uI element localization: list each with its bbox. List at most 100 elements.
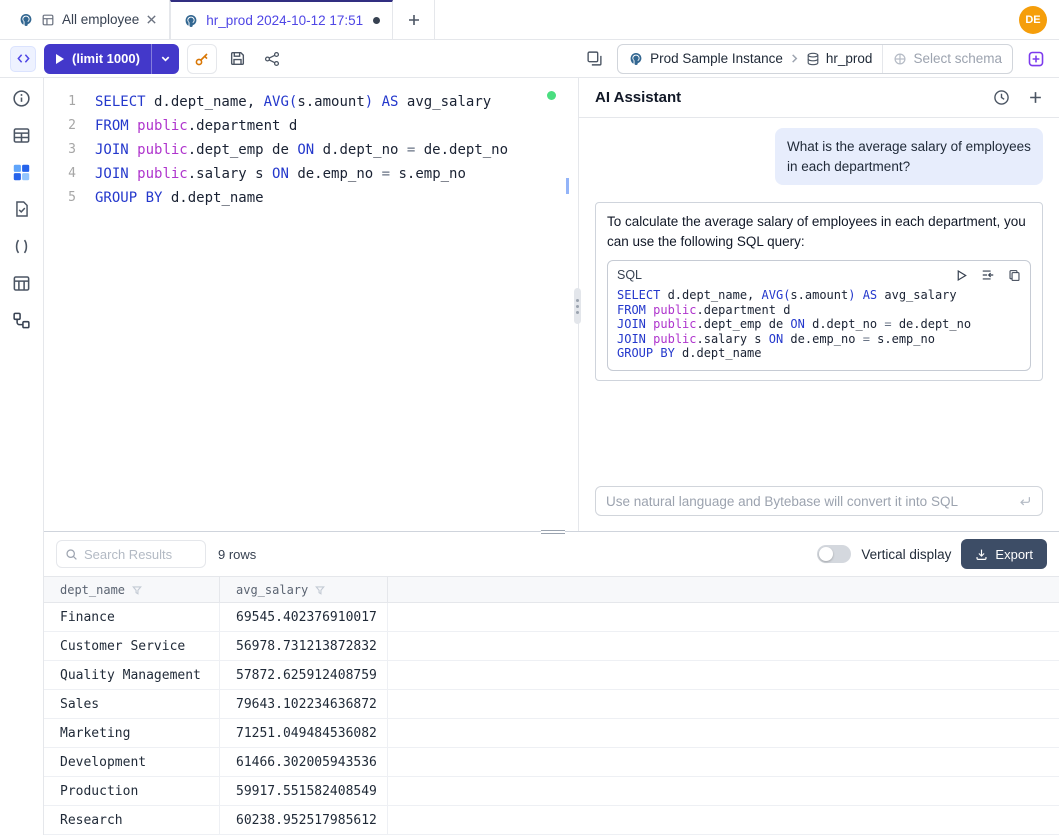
cell-dept-name: Customer Service xyxy=(44,632,220,660)
cell-avg-salary: 71251.049484536082 xyxy=(220,719,388,747)
chevron-right-icon xyxy=(789,53,800,64)
result-row[interactable]: Quality Management57872.625912408759 xyxy=(44,661,1059,690)
avatar[interactable]: DE xyxy=(1019,6,1047,34)
toolbar: (limit 1000) Prod Sample Instance xyxy=(0,40,1059,78)
sql-code-line[interactable]: 2FROM public.department d xyxy=(44,114,578,138)
ai-plugin-icon xyxy=(1027,50,1045,68)
tab-hr-prod[interactable]: hr_prod 2024-10-12 17:51 xyxy=(170,0,393,39)
result-row[interactable]: Development61466.302005943536 xyxy=(44,748,1059,777)
database-icon xyxy=(806,52,820,66)
table-grid-icon xyxy=(12,274,31,293)
results-table-body: Finance69545.402376910017Customer Servic… xyxy=(44,603,1059,835)
postgres-icon xyxy=(183,13,199,29)
schema-selector[interactable]: Select schema xyxy=(882,45,1012,73)
plus-icon xyxy=(1028,90,1043,105)
ai-input-area xyxy=(579,486,1059,531)
column-header-dept-name[interactable]: dept_name xyxy=(44,577,220,602)
history-button[interactable] xyxy=(993,89,1010,106)
cell-dept-name: Quality Management xyxy=(44,661,220,689)
share-button[interactable] xyxy=(259,46,285,72)
save-sheet-button[interactable] xyxy=(225,46,251,72)
insert-sql-button[interactable] xyxy=(981,268,995,282)
save-icon xyxy=(229,50,246,67)
line-number: 2 xyxy=(44,114,76,138)
sidebar-item-sheets[interactable] xyxy=(9,197,35,221)
postgres-icon xyxy=(628,51,644,67)
line-number: 5 xyxy=(44,186,76,210)
new-tab-button[interactable] xyxy=(393,0,435,39)
chevron-down-icon xyxy=(160,53,171,64)
cell-filler xyxy=(388,719,1059,747)
insert-sql-icon xyxy=(981,268,995,282)
run-sql-button[interactable] xyxy=(955,269,968,282)
sql-code-line[interactable]: 3JOIN public.dept_emp de ON d.dept_no = … xyxy=(44,138,578,162)
column-label: dept_name xyxy=(60,583,125,597)
result-row[interactable]: Finance69545.402376910017 xyxy=(44,603,1059,632)
key-icon xyxy=(194,51,210,67)
enter-icon xyxy=(1018,494,1032,508)
sidebar-item-variables[interactable] xyxy=(9,234,35,258)
sort-icon xyxy=(132,585,142,595)
tab-label: All employee xyxy=(62,12,139,27)
result-row[interactable]: Customer Service56978.731213872832 xyxy=(44,632,1059,661)
result-row[interactable]: Research60238.952517985612 xyxy=(44,806,1059,835)
vertical-display-toggle[interactable] xyxy=(817,545,851,563)
toggle-knob xyxy=(819,547,833,561)
ai-prompt-input[interactable] xyxy=(606,494,1010,509)
sql-code-line: JOIN public.dept_emp de ON d.dept_no = d… xyxy=(617,317,1021,332)
cell-dept-name: Research xyxy=(44,806,220,834)
close-icon[interactable] xyxy=(146,14,157,25)
assistant-message-text: To calculate the average salary of emplo… xyxy=(607,214,1026,249)
column-header-avg-salary[interactable]: avg_salary xyxy=(220,577,388,602)
panels-icon xyxy=(586,50,603,67)
cell-avg-salary: 59917.551582408549 xyxy=(220,777,388,805)
cell-filler xyxy=(388,748,1059,776)
connection-status-dot xyxy=(547,91,556,100)
postgres-icon xyxy=(18,12,34,28)
ai-chat-area: What is the average salary of employees … xyxy=(579,118,1059,486)
run-query-button[interactable]: (limit 1000) xyxy=(44,44,179,74)
sql-code-line[interactable]: 1SELECT d.dept_name, AVG(s.amount) AS av… xyxy=(44,90,578,114)
result-row[interactable]: Marketing71251.049484536082 xyxy=(44,719,1059,748)
sidebar-item-schema-diagram[interactable] xyxy=(9,160,35,184)
play-outline-icon xyxy=(955,269,968,282)
sidebar-item-info[interactable] xyxy=(9,86,35,110)
schema-placeholder: Select schema xyxy=(913,51,1002,66)
results-panel: 9 rows Vertical display Export dept_name… xyxy=(44,531,1059,835)
result-row[interactable]: Production59917.551582408549 xyxy=(44,777,1059,806)
sidebar-item-data[interactable] xyxy=(9,271,35,295)
sql-editor[interactable]: 1SELECT d.dept_name, AVG(s.amount) AS av… xyxy=(44,78,578,531)
line-number: 1 xyxy=(44,90,76,114)
sql-code-line[interactable]: 4JOIN public.salary s ON de.emp_no = s.e… xyxy=(44,162,578,186)
admin-mode-button[interactable] xyxy=(187,44,217,74)
copy-sql-button[interactable] xyxy=(1008,269,1021,282)
cell-avg-salary: 56978.731213872832 xyxy=(220,632,388,660)
sql-code-line[interactable]: 5GROUP BY d.dept_name xyxy=(44,186,578,210)
export-button[interactable]: Export xyxy=(961,539,1047,569)
search-results-input[interactable] xyxy=(84,547,197,562)
panel-layout-button[interactable] xyxy=(581,46,607,72)
sidebar-item-connections[interactable] xyxy=(9,308,35,332)
panel-resize-handle-horizontal[interactable] xyxy=(541,528,565,535)
main-area: 1SELECT d.dept_name, AVG(s.amount) AS av… xyxy=(44,78,1059,835)
sql-card-label: SQL xyxy=(617,266,642,285)
run-options-caret[interactable] xyxy=(151,44,179,74)
cell-filler xyxy=(388,777,1059,805)
result-row[interactable]: Sales79643.102234636872 xyxy=(44,690,1059,719)
cell-filler xyxy=(388,603,1059,631)
tab-all-employee[interactable]: All employee xyxy=(6,0,170,39)
panel-resize-handle-vertical[interactable] xyxy=(574,288,581,324)
new-chat-button[interactable] xyxy=(1028,90,1043,105)
ai-plugin-button[interactable] xyxy=(1023,46,1049,72)
user-message: What is the average salary of employees … xyxy=(775,128,1043,185)
results-controls: 9 rows Vertical display Export xyxy=(44,532,1059,576)
flow-icon xyxy=(12,311,31,330)
sheet-panel-toggle-button[interactable] xyxy=(10,46,36,72)
sidebar-item-tables[interactable] xyxy=(9,123,35,147)
unsaved-indicator-dot xyxy=(373,17,380,24)
copy-icon xyxy=(1008,269,1021,282)
schema-diagram-icon xyxy=(12,163,31,182)
sheet-icon xyxy=(41,13,55,27)
instance-name: Prod Sample Instance xyxy=(650,51,783,66)
connection-selector[interactable]: Prod Sample Instance hr_prod Select sche… xyxy=(617,44,1013,74)
